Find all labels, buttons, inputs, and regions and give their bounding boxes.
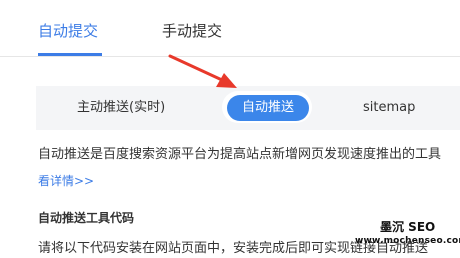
subnav-active-push[interactable]: 主动推送(实时) <box>77 98 165 118</box>
tab-manual-submit[interactable]: 手动提交 <box>162 20 222 42</box>
details-link[interactable]: 看详情>> <box>38 173 94 189</box>
subnav-sitemap[interactable]: sitemap <box>363 98 415 118</box>
subnav-auto-push[interactable]: 自动推送 <box>227 95 309 121</box>
watermark-url: www.mochenseo.com <box>355 236 460 246</box>
auto-push-description: 自动推送是百度搜索资源平台为提高站点新增网页发现速度推出的工具 <box>38 147 442 162</box>
watermark-name: 墨沉 SEO <box>380 220 436 234</box>
active-tab-indicator <box>38 53 102 56</box>
tab-auto-submit[interactable]: 自动提交 <box>38 20 98 42</box>
code-section-heading: 自动推送工具代码 <box>38 211 135 225</box>
submission-tabs: 自动提交 手动提交 <box>0 0 460 57</box>
